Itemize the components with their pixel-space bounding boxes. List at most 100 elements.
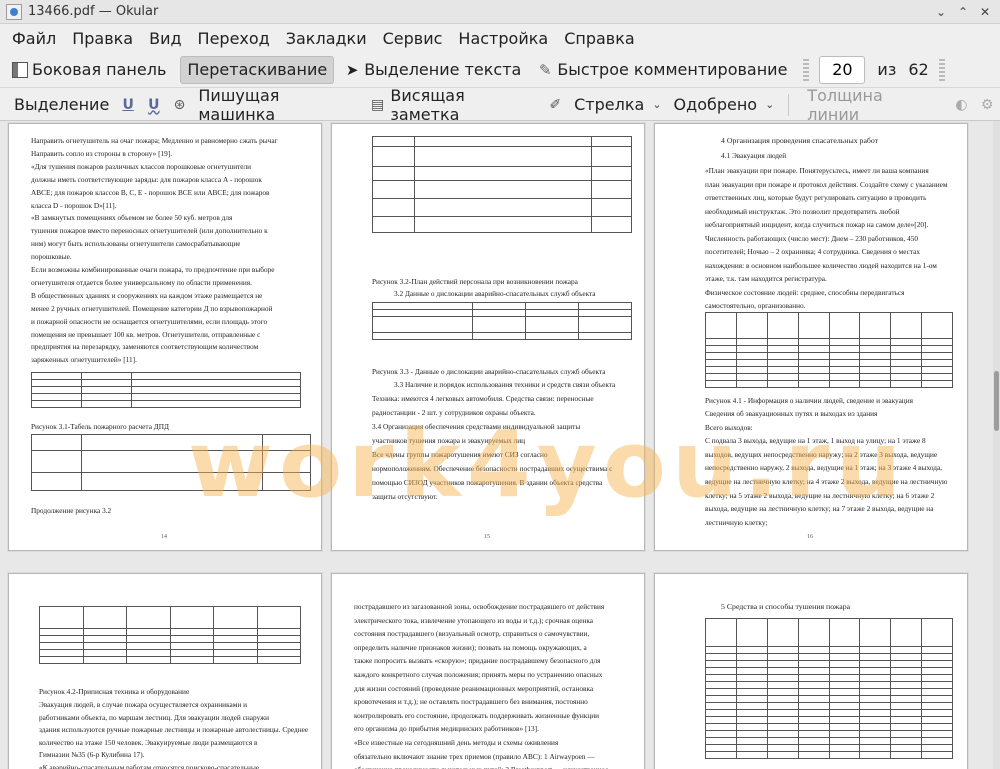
popup-note-button[interactable]: Висящая заметка <box>390 86 536 124</box>
quick-comment-button[interactable]: ✎ Быстрое комментирование <box>531 56 793 84</box>
vertical-scrollbar[interactable] <box>993 121 1000 769</box>
page-19-table <box>705 618 953 759</box>
arrow-dropdown[interactable]: Стрелка ⌄ <box>574 95 661 114</box>
text-line: «Все известные на сегодняшний день метод… <box>354 738 559 747</box>
close-icon[interactable]: ✕ <box>976 3 994 21</box>
toolbar-grip-end <box>938 58 945 81</box>
text-line: предприятия на перезарядку, заменяются с… <box>31 342 259 352</box>
menu-edit[interactable]: Правка <box>64 29 141 48</box>
page-17-caption: Рисунок 4.2-Приписная техника и оборудов… <box>39 687 190 696</box>
page-total: 62 <box>908 60 929 79</box>
page-15[interactable]: Рисунок 3.2-План действий персонала при … <box>331 123 645 551</box>
text-line: класса D - порошок D»[11]. <box>31 200 117 210</box>
text-line: также попросить вызвать «скорую»; придан… <box>354 656 601 666</box>
page-17[interactable]: Рисунок 4.2-Приписная техника и оборудов… <box>8 573 322 769</box>
page-15-number: 15 <box>484 534 490 540</box>
text-line: посетителей; Ночью – 2 охранника; 4 сотр… <box>705 247 921 256</box>
text-line: его организма до прибытия медицинских ра… <box>354 724 539 734</box>
quick-comment-label: Быстрое комментирование <box>557 60 788 79</box>
toolbar-grip <box>803 58 810 81</box>
page-number-input[interactable] <box>819 55 866 84</box>
text-line: «План эвакуации при пожаре. Понятерусьте… <box>705 166 929 175</box>
text-line: Все члены группы пожаротушения имеют СИЗ… <box>372 450 548 459</box>
text-line: для жизни состояний (проведение реанимац… <box>354 683 594 693</box>
color-picker-icon: ◐ <box>955 96 968 113</box>
page-19[interactable]: 5 Средства и способы тушения пожара <box>654 573 968 769</box>
text-line: выходов, ведущих непосредственно наружу;… <box>705 449 938 459</box>
menu-tools[interactable]: Сервис <box>375 29 451 48</box>
text-line: Физическое состояние людей: среднее, спо… <box>705 287 905 297</box>
sidebar-panel-icon <box>12 61 28 78</box>
highlight-button[interactable]: Выделение <box>14 95 109 114</box>
text-line: Направить огнетушитель на очаг пожара; М… <box>31 136 278 145</box>
main-toolbar: Боковая панель Перетаскивание ➤ Выделени… <box>0 52 1000 88</box>
menu-go[interactable]: Переход <box>190 29 278 48</box>
text-select-label: Выделение текста <box>364 60 522 79</box>
line-width-button: Толщина линии <box>807 85 883 124</box>
pen-icon: ✎ <box>539 60 552 79</box>
brush-icon[interactable]: ✐ <box>545 97 565 113</box>
page-14[interactable]: Направить огнетушитель на очаг пожара; М… <box>8 123 322 551</box>
page-of-label: из <box>877 60 897 79</box>
text-line: состояния пострадавшего (визуальный осмо… <box>354 629 590 639</box>
text-line: каждого конкретного случая положения; пр… <box>354 670 603 679</box>
menu-view[interactable]: Вид <box>141 29 189 48</box>
text-line: обязательно включают знание трех приемов… <box>354 751 595 761</box>
minimize-icon[interactable]: ⌄ <box>932 3 950 21</box>
page-16[interactable]: 4 Организация проведения спасательных ра… <box>654 123 968 551</box>
text-line: электрического тока, извлечение утопающе… <box>354 615 594 625</box>
underline-icon[interactable]: U <box>118 97 138 113</box>
typewriter-button[interactable]: Пишущая машинка <box>198 86 358 124</box>
text-select-button[interactable]: ➤ Выделение текста <box>338 56 527 84</box>
text-line: выхода, ведущие на лестничную клетку; на… <box>705 504 934 514</box>
approved-dropdown[interactable]: Одобрено ⌄ <box>674 95 775 114</box>
text-line: клетку; на 5 этаже 2 выхода, ведущие на … <box>705 490 935 500</box>
text-line: контролировать его состояние, продолжать… <box>354 710 600 720</box>
text-line: должны иметь соответствующие заряды: для… <box>31 174 262 184</box>
drag-mode-button[interactable]: Перетаскивание <box>180 55 335 84</box>
text-line: порошковые. <box>31 252 72 262</box>
sidebar-button[interactable]: Боковая панель <box>6 56 172 84</box>
text-line: неблагоприятный инцидент, когда случитьс… <box>705 220 929 229</box>
text-line: Техника: имеются 4 легковых автомобиля. … <box>372 394 594 403</box>
page-14-caption-2: Продолжение рисунка 3.2 <box>31 506 112 515</box>
squiggle-icon[interactable]: U <box>144 97 164 113</box>
text-line: непосредственно наружу, 2 выхода, ведущи… <box>705 463 943 473</box>
stamp-icon[interactable]: ⊛ <box>170 97 190 113</box>
text-line: Гимназии №35 (6-р Кулибина 17). <box>39 750 145 759</box>
page-16-heading-1: 4 Организация проведения спасательных ра… <box>721 136 879 145</box>
text-line: ответственных лиц, которые будут регулир… <box>705 193 927 202</box>
document-viewport[interactable]: Направить огнетушитель на очаг пожара; М… <box>0 121 1000 769</box>
text-line: самостоятельно, организованно. <box>705 301 806 310</box>
menu-file[interactable]: Файл <box>4 29 64 48</box>
text-line: здания используются ручные пожарные лест… <box>39 725 309 734</box>
note-icon[interactable]: ▤ <box>368 97 388 113</box>
text-line: ведущие на лестничную клетку; на 4 этаже… <box>705 477 948 486</box>
page-18[interactable]: пострадавшего из загазованной зоны, осво… <box>331 573 645 769</box>
page-15-heading-1: 3.2 Данные о дислокации аварийно-спасате… <box>394 289 596 298</box>
page-17-table <box>39 606 301 664</box>
menu-bookmarks[interactable]: Закладки <box>278 29 375 48</box>
maximize-icon[interactable]: ⌃ <box>954 3 972 21</box>
chevron-down-icon: ⌄ <box>652 98 662 111</box>
menu-help[interactable]: Справка <box>556 29 643 48</box>
page-15-caption-2: Рисунок 3.3 - Данные о дислокации аварий… <box>372 367 606 376</box>
window-controls: ⌄ ⌃ ✕ <box>932 3 994 21</box>
text-line: огнетушителя отдается более универсально… <box>31 277 252 287</box>
approved-label: Одобрено <box>673 95 758 114</box>
text-line: этаже, т.к. там находится регистратура. <box>705 274 827 283</box>
text-cursor-icon: ➤ <box>345 60 359 79</box>
text-line: лестничную клетку; <box>705 517 768 527</box>
text-line: «В замкнутых помещениях объемом не более… <box>31 213 233 223</box>
scrollbar-thumb[interactable] <box>994 371 999 431</box>
text-line: и пожарной опасности не оснащается огнет… <box>31 316 268 326</box>
menu-settings[interactable]: Настройка <box>450 29 556 48</box>
page-16-caption: Рисунок 4.1 - Информация о наличии людей… <box>705 396 913 405</box>
title-bar: 13466.pdf — Okular ⌄ ⌃ ✕ <box>0 0 1000 24</box>
text-line: Если возможны комбинированные очаги пожа… <box>31 265 275 274</box>
okular-app-icon <box>6 3 22 20</box>
page-19-heading: 5 Средства и способы тушения пожара <box>721 602 851 611</box>
text-line: обеспечение проходимости дыхательных пут… <box>354 765 608 769</box>
text-line: «Для тушения пожаров различных классов п… <box>31 161 252 171</box>
chevron-down-icon: ⌄ <box>765 98 775 111</box>
